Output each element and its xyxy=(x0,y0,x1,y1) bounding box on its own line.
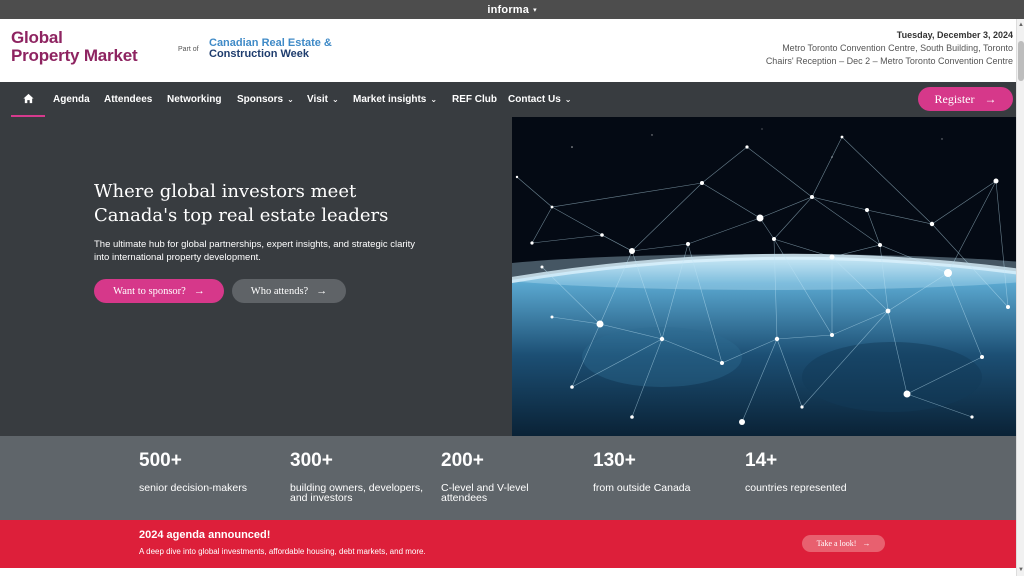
hero-title-line-1: Where global investors meet xyxy=(94,181,357,202)
arrow-right-icon: → xyxy=(984,91,997,106)
informa-brand[interactable]: informa xyxy=(487,4,529,16)
stat-number: 300+ xyxy=(290,450,333,471)
stat-label: from outside Canada xyxy=(593,482,691,494)
nav-item-ref-club[interactable]: REF Club xyxy=(452,82,497,117)
banner-subtitle: A deep dive into global investments, aff… xyxy=(139,547,426,556)
nav-item-label: Market insights xyxy=(353,94,427,105)
banner-title: 2024 agenda announced! xyxy=(139,529,271,541)
stat-number: 14+ xyxy=(745,450,778,471)
hero-subtitle: The ultimate hub for global partnerships… xyxy=(94,239,416,263)
nav-item-market-insights[interactable]: Market insights ⌄ xyxy=(353,82,437,117)
event-info: Tuesday, December 3, 2024 Metro Toronto … xyxy=(766,29,1013,68)
stat-label: C-level and V-level attendees xyxy=(441,482,529,504)
arrow-right-icon: → xyxy=(316,285,328,297)
arrow-right-icon: → xyxy=(862,539,871,548)
stat-label: senior decision-makers xyxy=(139,482,247,494)
chevron-down-icon: ⌄ xyxy=(287,95,294,104)
informa-topbar: informa ▾ xyxy=(0,0,1024,19)
nav-item-label: Sponsors xyxy=(237,94,284,105)
hero-title: Where global investors meet Canada's top… xyxy=(94,180,434,228)
scroll-down-arrow-icon[interactable]: ▼ xyxy=(1017,564,1024,576)
crecw-logo-line-2: Construction Week xyxy=(209,48,310,60)
event-venue: Metro Toronto Convention Centre, South B… xyxy=(782,43,1013,53)
nav-item-label: Contact Us xyxy=(508,94,561,105)
main-nav: Agenda Attendees Networking Sponsors ⌄ V… xyxy=(0,82,1016,117)
nav-item-contact-us[interactable]: Contact Us ⌄ xyxy=(508,82,572,117)
want-to-sponsor-label: Want to sponsor? xyxy=(113,285,186,297)
hero-title-line-2: Canada's top real estate leaders xyxy=(94,205,389,226)
who-attends-label: Who attends? xyxy=(250,285,309,297)
stat-number: 200+ xyxy=(441,450,484,471)
nav-item-label: Networking xyxy=(167,94,222,105)
take-a-look-button[interactable]: Take a look! → xyxy=(802,535,885,552)
agenda-banner: 2024 agenda announced! A deep dive into … xyxy=(0,520,1016,568)
nav-item-label: Attendees xyxy=(104,94,153,105)
global-property-market-logo[interactable]: Global Property Market xyxy=(11,28,138,65)
nav-item-label: Agenda xyxy=(53,94,90,105)
stat-number: 500+ xyxy=(139,450,182,471)
nav-item-networking[interactable]: Networking xyxy=(167,82,221,117)
part-of-label: Part of xyxy=(178,46,199,53)
arrow-right-icon: → xyxy=(193,285,205,297)
register-button[interactable]: Register → xyxy=(918,87,1013,111)
chevron-down-icon: ⌄ xyxy=(564,95,572,104)
stats-bar: 500+ senior decision-makers 300+ buildin… xyxy=(0,436,1016,520)
nav-item-attendees[interactable]: Attendees xyxy=(104,82,152,117)
logo-line-1: Global xyxy=(11,28,63,47)
logo-line-2: Property Market xyxy=(11,46,138,65)
home-icon xyxy=(22,93,34,104)
nav-home[interactable] xyxy=(11,82,45,117)
nav-item-visit[interactable]: Visit ⌄ xyxy=(307,82,339,117)
stat-label: countries represented xyxy=(745,482,847,494)
register-label: Register xyxy=(934,91,975,106)
nav-item-sponsors[interactable]: Sponsors ⌄ xyxy=(237,82,294,117)
nav-item-agenda[interactable]: Agenda xyxy=(53,82,90,117)
nav-item-label: REF Club xyxy=(452,94,497,105)
who-attends-button[interactable]: Who attends? → xyxy=(232,279,346,303)
crecw-logo[interactable]: Canadian Real Estate & Construction Week xyxy=(209,38,332,60)
site-header: Global Property Market Part of Canadian … xyxy=(0,19,1016,82)
scroll-up-arrow-icon[interactable]: ▲ xyxy=(1017,19,1024,31)
stat-label: building owners, developers, and investo… xyxy=(290,482,424,504)
event-reception: Chairs' Reception – Dec 2 – Metro Toront… xyxy=(765,56,1013,66)
hero-section: Where global investors meet Canada's top… xyxy=(0,117,512,436)
hero-earth-network-image xyxy=(512,117,1016,436)
earth-network-graphic xyxy=(512,117,1016,436)
event-date: Tuesday, December 3, 2024 xyxy=(896,30,1013,40)
stat-number: 130+ xyxy=(593,450,636,471)
chevron-down-icon: ⌄ xyxy=(430,95,438,104)
scrollbar-thumb[interactable] xyxy=(1018,41,1024,81)
take-a-look-label: Take a look! xyxy=(816,539,857,548)
nav-item-label: Visit xyxy=(307,94,328,105)
chevron-down-icon: ⌄ xyxy=(331,95,339,104)
chevron-down-icon[interactable]: ▾ xyxy=(533,6,537,14)
page-scrollbar[interactable]: ▲ ▼ xyxy=(1016,19,1024,576)
want-to-sponsor-button[interactable]: Want to sponsor? → xyxy=(94,279,224,303)
